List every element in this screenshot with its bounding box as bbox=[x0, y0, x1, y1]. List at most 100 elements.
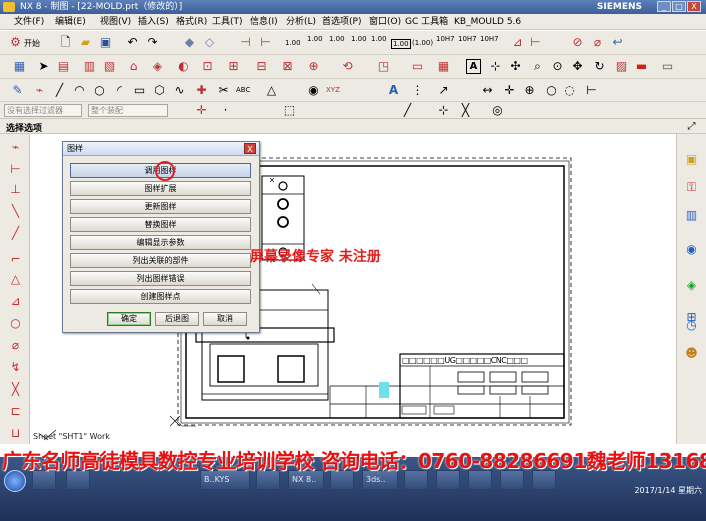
left-tool-5-icon[interactable]: ╱ bbox=[8, 226, 23, 241]
tolerance-5[interactable]: 1.00 bbox=[371, 35, 387, 43]
arrow-icon[interactable]: ↗ bbox=[436, 83, 451, 98]
panel-expand-icon[interactable]: ⤢ bbox=[684, 119, 699, 134]
sketch-icon[interactable]: ✎ bbox=[10, 83, 25, 98]
left-tool-9-icon[interactable]: ○ bbox=[8, 316, 23, 331]
menu-analysis[interactable]: 分析(L) bbox=[286, 16, 316, 28]
left-tool-6-icon[interactable]: ⌐ bbox=[8, 252, 23, 267]
tolerance-1[interactable]: 1.00 bbox=[285, 39, 301, 47]
snap-point-icon[interactable]: ✛ bbox=[502, 83, 517, 98]
offset-view-icon[interactable]: ◳ bbox=[376, 59, 391, 74]
view-label-icon[interactable]: ⊟ bbox=[254, 59, 269, 74]
part-navigator-icon[interactable]: ▥ bbox=[684, 208, 699, 223]
break-view-icon[interactable]: ◈ bbox=[150, 59, 165, 74]
list-related-parts-button[interactable]: 列出关联的部件 bbox=[70, 253, 251, 268]
note-icon[interactable]: ▭ bbox=[410, 59, 425, 74]
menu-kb-mould[interactable]: KB_MOULD 5.6 bbox=[454, 16, 521, 28]
break-line-icon[interactable]: ⊠ bbox=[280, 59, 295, 74]
wireframe-cube-icon[interactable]: ◇ bbox=[202, 35, 217, 50]
restore-button[interactable]: □ bbox=[672, 1, 686, 12]
left-tool-7-icon[interactable]: △ bbox=[8, 272, 23, 287]
triangle-icon[interactable]: △ bbox=[264, 83, 279, 98]
update-view-icon[interactable]: ◐ bbox=[176, 59, 191, 74]
scope-dropdown[interactable]: 整个装配 bbox=[88, 104, 168, 117]
dialog-close-button[interactable]: X bbox=[244, 143, 256, 154]
table-icon[interactable]: ▦ bbox=[436, 59, 451, 74]
zoom-icon[interactable]: ⌕ bbox=[530, 59, 545, 74]
left-tool-14-icon[interactable]: ⊔ bbox=[8, 426, 23, 441]
menu-edit[interactable]: 编辑(E) bbox=[55, 16, 86, 28]
open-folder-icon[interactable]: ▰ bbox=[78, 35, 93, 50]
type-filter-dropdown[interactable]: 没有选择过滤器 bbox=[4, 104, 82, 117]
menu-insert[interactable]: 插入(S) bbox=[138, 16, 169, 28]
dimension-line-icon[interactable]: ↔ bbox=[480, 83, 495, 98]
arc-icon[interactable]: ◠ bbox=[72, 83, 87, 98]
rotate-icon[interactable]: ⟲ bbox=[340, 59, 355, 74]
cancel-button[interactable]: 取消 bbox=[203, 312, 247, 326]
ok-button[interactable]: 确定 bbox=[107, 312, 151, 326]
section-line-icon[interactable]: ⌂ bbox=[126, 59, 141, 74]
line-icon[interactable]: ╱ bbox=[52, 83, 67, 98]
trim-icon[interactable]: ✂ bbox=[216, 83, 231, 98]
menu-window[interactable]: 窗口(O) bbox=[369, 16, 401, 28]
update-pattern-button[interactable]: 更新图样 bbox=[70, 199, 251, 214]
snap-options-icon[interactable]: ✛ bbox=[194, 103, 209, 118]
tolerance-6[interactable]: 1.00 bbox=[391, 39, 411, 49]
snap-end-icon[interactable]: ◌ bbox=[562, 83, 577, 98]
history-icon[interactable]: ◈ bbox=[684, 278, 699, 293]
tolerance-4[interactable]: 1.00 bbox=[351, 35, 367, 43]
fillet-icon[interactable]: ◜ bbox=[112, 83, 127, 98]
base-view-icon[interactable]: ▥ bbox=[82, 59, 97, 74]
rectangle-icon[interactable]: ▭ bbox=[132, 83, 147, 98]
close-button[interactable]: X bbox=[687, 1, 701, 12]
text-a-icon[interactable]: A bbox=[386, 83, 401, 98]
arrow-back-icon[interactable]: ↩ bbox=[610, 35, 625, 50]
menu-gc-toolbox[interactable]: GC 工具箱 bbox=[405, 16, 448, 28]
create-pattern-point-button[interactable]: 创建图样点 bbox=[70, 289, 251, 304]
circle-icon[interactable]: ○ bbox=[92, 83, 107, 98]
datum-icon[interactable]: ⊢ bbox=[528, 35, 543, 50]
menu-view[interactable]: 视图(V) bbox=[100, 16, 131, 28]
xyz-icon[interactable]: XYZ bbox=[326, 86, 340, 94]
back-button[interactable]: 后退图 bbox=[155, 312, 199, 326]
left-tool-8-icon[interactable]: ⊿ bbox=[8, 294, 23, 309]
fit-2[interactable]: 10H7 bbox=[458, 35, 477, 43]
grid-icon[interactable]: ⋮ bbox=[410, 83, 425, 98]
menu-preferences[interactable]: 首选项(P) bbox=[322, 16, 361, 28]
assembly-navigator-icon[interactable]: ▣ bbox=[684, 152, 699, 167]
zoom-fit-icon[interactable]: ⊙ bbox=[550, 59, 565, 74]
snap-line-icon[interactable]: ╱ bbox=[400, 103, 415, 118]
point-icon[interactable]: ✚ bbox=[194, 83, 209, 98]
save-icon[interactable]: ▣ bbox=[98, 35, 113, 50]
web-browser-icon[interactable]: ◉ bbox=[684, 242, 699, 257]
display-icon[interactable]: ▭ bbox=[660, 59, 675, 74]
fan-icon[interactable]: ✣ bbox=[508, 59, 523, 74]
menu-file[interactable]: 文件(F) bbox=[14, 16, 44, 28]
dimension-icon[interactable]: ⊢ bbox=[258, 35, 273, 50]
roles-icon[interactable]: ☻ bbox=[684, 346, 699, 361]
left-tool-3-icon[interactable]: ⊥ bbox=[8, 182, 23, 197]
new-file-icon[interactable]: 🗋 bbox=[58, 35, 73, 50]
left-tool-1-icon[interactable]: ⌁ bbox=[8, 140, 23, 155]
undo-icon[interactable]: ↶ bbox=[125, 35, 140, 50]
snap-quad-icon[interactable]: ╳ bbox=[458, 103, 473, 118]
select-arrow-icon[interactable]: ➤ bbox=[36, 59, 51, 74]
polygon-icon[interactable]: ⬡ bbox=[152, 83, 167, 98]
dot-icon[interactable]: · bbox=[218, 103, 233, 118]
redo-icon[interactable]: ↷ bbox=[145, 35, 160, 50]
menu-tools[interactable]: 工具(T) bbox=[212, 16, 243, 28]
menu-format[interactable]: 格式(R) bbox=[176, 16, 207, 28]
snap-intersect-icon[interactable]: ⊹ bbox=[436, 103, 451, 118]
fit-1[interactable]: 10H7 bbox=[436, 35, 455, 43]
expand-pattern-button[interactable]: 图样扩展 bbox=[70, 181, 251, 196]
line-color-icon[interactable]: ▬ bbox=[634, 59, 649, 74]
minimize-button[interactable]: _ bbox=[657, 1, 671, 12]
snap-on-icon[interactable]: ◎ bbox=[490, 103, 505, 118]
start-menu-button[interactable]: 开始 bbox=[24, 38, 40, 49]
left-tool-12-icon[interactable]: ╳ bbox=[8, 382, 23, 397]
ruler-icon[interactable]: ⊿ bbox=[510, 35, 525, 50]
start-icon[interactable]: ⚙ bbox=[8, 35, 23, 50]
tolerance-3[interactable]: 1.00 bbox=[329, 35, 345, 43]
left-tool-2-icon[interactable]: ⊢ bbox=[8, 162, 23, 177]
replace-pattern-button[interactable]: 替换图样 bbox=[70, 217, 251, 232]
left-tool-11-icon[interactable]: ↯ bbox=[8, 360, 23, 375]
